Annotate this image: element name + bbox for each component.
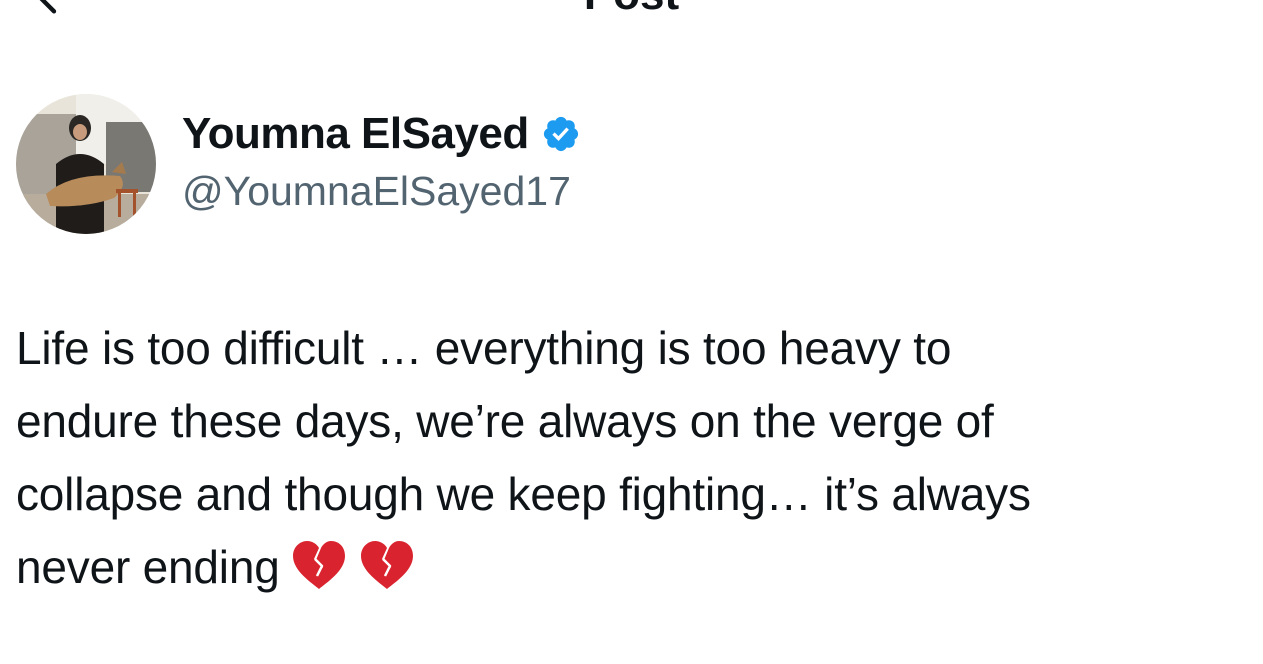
post-detail-page: Post bbox=[0, 0, 1263, 664]
author-handle[interactable]: @YoumnaElSayed17 bbox=[182, 166, 581, 216]
post-text: Life is too difficult … everything is to… bbox=[16, 312, 1246, 604]
post-text-line: collapse and though we keep fighting… it… bbox=[16, 468, 1031, 520]
author-name-row[interactable]: Youmna ElSayed bbox=[182, 108, 581, 160]
top-bar: Post bbox=[0, 0, 1263, 20]
post-text-line: never ending bbox=[16, 541, 280, 593]
verified-badge-icon bbox=[541, 114, 581, 154]
broken-heart-icon bbox=[292, 541, 345, 589]
post-text-line: endure these days, we’re always on the v… bbox=[16, 395, 994, 447]
post-text-line: Life is too difficult … everything is to… bbox=[16, 322, 952, 374]
broken-heart-icon bbox=[360, 541, 413, 589]
author-display-name: Youmna ElSayed bbox=[182, 109, 529, 158]
post-text-last-line: never ending bbox=[16, 531, 1246, 604]
author-header: Youmna ElSayed @YoumnaElSayed17 bbox=[16, 94, 581, 234]
avatar[interactable] bbox=[16, 94, 156, 234]
page-title: Post bbox=[0, 0, 1263, 20]
